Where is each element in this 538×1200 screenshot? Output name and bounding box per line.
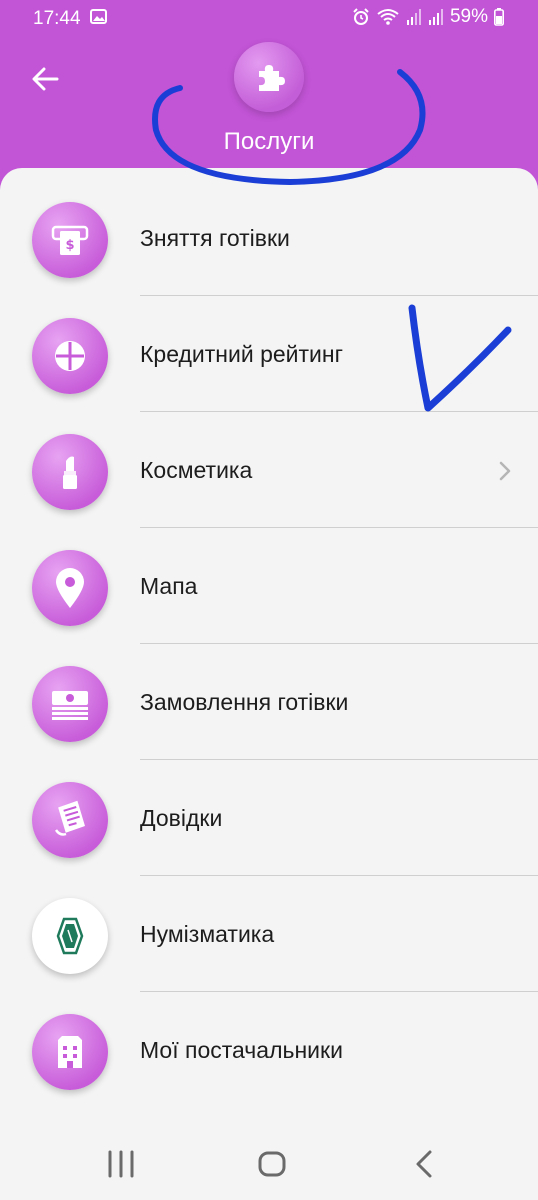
money-stack-icon [52, 691, 88, 720]
menu-item-credit-rating[interactable]: Кредитний рейтинг [0, 296, 538, 412]
status-bar: 17:44 59% [0, 0, 538, 36]
gallery-icon [90, 9, 107, 24]
menu-label: Нумізматика [140, 921, 275, 947]
status-icons: 59% [352, 6, 504, 28]
menu-label: Мої постачальники [140, 1037, 343, 1063]
menu-item-my-suppliers[interactable]: Мої постачальники [0, 992, 538, 1108]
menu-label: Довідки [140, 805, 223, 831]
chevron-right-icon [499, 461, 511, 481]
signal-icon-2 [428, 9, 443, 25]
battery-icon [494, 8, 504, 26]
menu-icon-circle [32, 318, 108, 394]
services-badge [234, 42, 304, 112]
home-button[interactable] [257, 1148, 287, 1180]
lipstick-icon [63, 456, 77, 489]
system-nav-bar [0, 1128, 538, 1200]
arrow-left-icon [32, 67, 59, 91]
menu-icon-circle [32, 434, 108, 510]
banknote-icon [56, 917, 84, 955]
menu-label: Зняття готівки [140, 225, 290, 251]
map-pin-icon [56, 568, 84, 608]
menu-icon-circle [32, 782, 108, 858]
wifi-icon [377, 9, 399, 25]
menu-item-cash-order[interactable]: Замовлення готівки [0, 644, 538, 760]
alarm-icon [353, 8, 369, 25]
menu-item-numismatics[interactable]: Нумізматика [0, 876, 538, 992]
menu-item-map[interactable]: Мапа [0, 528, 538, 644]
signal-icon-1 [406, 9, 421, 25]
status-time: 17:44 [33, 8, 81, 29]
menu-icon-circle [32, 550, 108, 626]
menu-item-cosmetics[interactable]: Косметика [0, 412, 538, 528]
battery-percent: 59% [449, 6, 488, 27]
menu-item-certificates[interactable]: Довідки [0, 760, 538, 876]
services-sheet: $ Зняття готівки Кредитний рейтинг Косме… [0, 168, 538, 1200]
credit-rating-icon [55, 341, 85, 371]
menu-icon-circle [32, 666, 108, 742]
menu-label: Замовлення готівки [140, 689, 349, 715]
menu-item-cash-withdrawal[interactable]: $ Зняття готівки [0, 180, 538, 296]
back-nav-button[interactable] [410, 1148, 440, 1180]
menu-label: Косметика [140, 457, 253, 483]
page-title: Послуги [223, 128, 315, 155]
puzzle-icon [259, 65, 285, 91]
atm-cash-icon: $ [51, 225, 89, 255]
menu-icon-circle: $ [32, 202, 108, 278]
svg-text:$: $ [65, 238, 74, 253]
services-list: $ Зняття готівки Кредитний рейтинг Косме… [0, 180, 538, 1108]
menu-label: Мапа [140, 573, 198, 599]
menu-label: Кредитний рейтинг [140, 341, 343, 367]
document-icon [54, 800, 85, 836]
menu-icon-circle [32, 898, 108, 974]
building-icon [58, 1036, 82, 1068]
back-button[interactable] [24, 58, 66, 100]
recent-apps-button[interactable] [106, 1148, 136, 1180]
menu-icon-circle [32, 1014, 108, 1090]
